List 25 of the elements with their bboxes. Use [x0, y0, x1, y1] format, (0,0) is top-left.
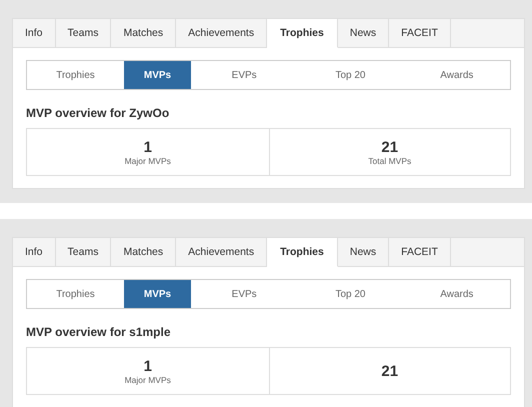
tab[interactable]: Trophies [267, 19, 338, 48]
tab[interactable]: Info [13, 19, 56, 48]
stat-value: 21 [381, 362, 398, 380]
sub-tab[interactable]: MVPs [124, 280, 191, 308]
tab[interactable]: Achievements [176, 19, 268, 48]
tab[interactable]: News [338, 19, 390, 48]
stat-label: Major MVPs [124, 156, 171, 166]
tab[interactable]: News [338, 238, 390, 267]
stat-value: 1 [144, 358, 152, 374]
stat-label: Total MVPs [368, 156, 412, 166]
sub-tab[interactable]: MVPs [124, 61, 191, 89]
tab[interactable]: Teams [56, 19, 112, 48]
stat-value: 1 [144, 138, 152, 156]
tab[interactable]: Info [13, 238, 56, 267]
section-heading: MVP overview for ZywOo [26, 106, 170, 120]
tab[interactable]: Matches [111, 238, 176, 267]
section-heading: MVP overview for s1mple [26, 325, 172, 339]
tab[interactable]: Teams [56, 238, 112, 267]
tab[interactable]: FACEIT [389, 238, 451, 267]
tab[interactable]: FACEIT [389, 19, 451, 48]
tab[interactable]: Trophies [267, 238, 338, 267]
tab[interactable]: Achievements [176, 238, 268, 267]
stat-value: 21 [381, 138, 398, 156]
stat-label: Major MVPs [124, 374, 171, 384]
tab[interactable]: Matches [111, 19, 176, 48]
